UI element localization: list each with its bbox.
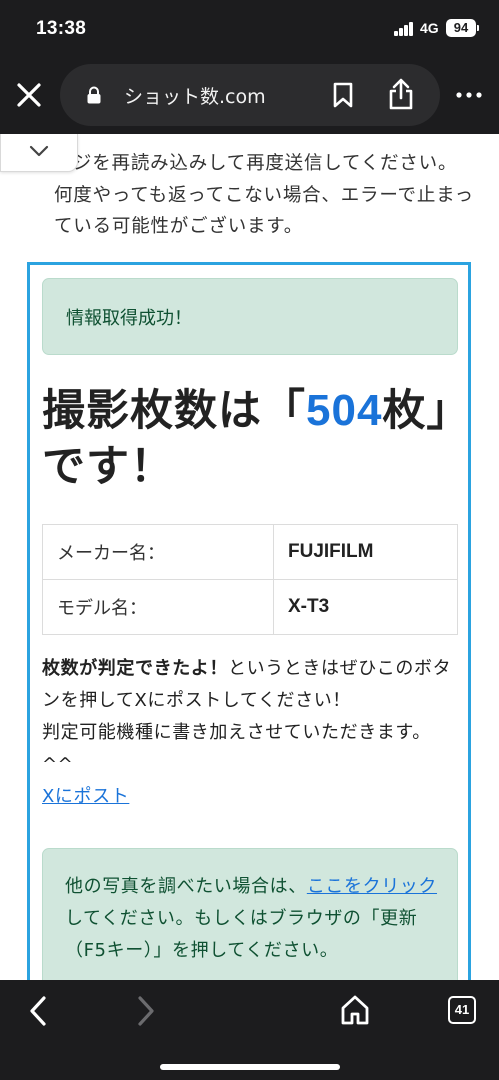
success-alert: 情報取得成功！ [42,278,458,355]
camera-info-table: メーカー名： FUJIFILM モデル名： X-T3 [42,524,458,635]
shot-count: 504 [306,386,383,435]
close-button[interactable] [12,78,46,112]
maker-value: FUJIFILM [273,524,458,580]
success-message: 情報取得成功！ [66,308,192,329]
close-icon [17,83,41,107]
more-options-icon[interactable] [454,86,484,104]
battery-tip [477,25,479,31]
share-icon[interactable] [388,78,414,110]
model-label: モデル名： [42,579,274,635]
tab-count: 41 [454,1002,470,1017]
post-message: 枚数が判定できたよ！というときはぜひこのボタンを押してXにポストしてください！ … [42,653,462,813]
bottom-navigation: 41 [0,980,499,1080]
status-bar: 13:38 4G 94 [0,0,499,56]
table-row: メーカー名： FUJIFILM [42,524,458,580]
home-indicator [160,1064,340,1070]
tabs-button[interactable]: 41 [448,996,476,1024]
table-row: モデル名： X-T3 [42,579,458,635]
retry-alert: 他の写真を調べたい場合は、ここをクリックしてください。もしくはブラウザの「更新（… [42,848,458,980]
url-text: ショット数.com [124,86,266,108]
retry-click-link[interactable]: ここをクリック [307,876,437,897]
retry-message: 他の写真を調べたい場合は、ここをクリックしてください。もしくはブラウザの「更新（… [65,871,441,967]
battery-level: 94 [453,20,469,35]
page-content: ージを再読み込みして再度送信してください。何度やっても返ってこない場合、エラーで… [0,134,499,980]
network-type: 4G [420,20,439,36]
shot-count-headline: 撮影枚数は「504枚」です！ [42,383,462,495]
post-bold-text: 枚数が判定できたよ！ [42,658,228,679]
home-icon[interactable] [340,994,370,1026]
headline-prefix: 撮影枚数は「 [42,386,306,436]
status-time: 13:38 [36,18,87,39]
retry-text-2: してください。もしくはブラウザの「更新（F5キー）」を押してください。 [65,908,418,961]
intro-text: ージを再読み込みして再度送信してください。何度やっても返ってこない場合、エラーで… [54,153,474,237]
address-bar[interactable]: ショット数.com [60,64,440,126]
retry-text-1: 他の写真を調べたい場合は、 [65,876,307,897]
maker-label: メーカー名： [42,524,274,580]
bookmark-icon[interactable] [332,82,354,108]
collapse-toggle[interactable] [0,134,78,172]
lock-icon [87,86,101,104]
post-text-2: 判定可能機種に書き加えさせていただきます。^^ [42,722,431,775]
back-arrow-icon[interactable] [24,994,54,1028]
chevron-down-icon [29,145,49,157]
model-value: X-T3 [273,579,458,635]
result-panel: 情報取得成功！ 撮影枚数は「504枚」です！ メーカー名： FUJIFILM モ… [27,262,471,980]
forward-arrow-icon[interactable] [130,994,160,1028]
battery-icon: 94 [446,19,476,37]
browser-toolbar: ショット数.com [0,56,499,134]
signal-icon [394,22,414,36]
post-to-x-link[interactable]: Xにポスト [42,786,129,807]
